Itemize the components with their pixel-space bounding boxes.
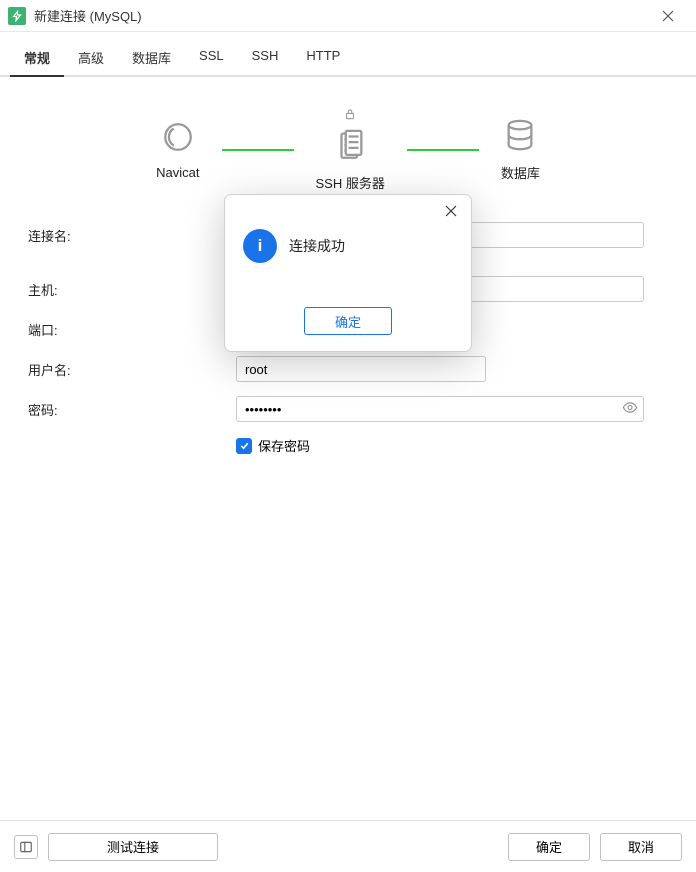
lock-icon (343, 107, 357, 124)
test-connection-button[interactable]: 测试连接 (48, 833, 218, 861)
database-icon (503, 118, 537, 155)
tab-advanced[interactable]: 高级 (64, 40, 118, 75)
diagram-node-db: 数据库 (501, 118, 540, 182)
panel-toggle-button[interactable] (14, 835, 38, 859)
diagram-node-ssh: SSH 服务器 (316, 107, 385, 192)
success-dialog: i 连接成功 确定 (224, 194, 472, 352)
dialog-ok-button[interactable]: 确定 (304, 307, 392, 335)
diagram-label-ssh: SSH 服务器 (316, 173, 385, 192)
conn-name-label: 连接名: (28, 226, 236, 245)
tab-database[interactable]: 数据库 (118, 40, 185, 75)
diagram-label-navicat: Navicat (156, 165, 199, 180)
port-label: 端口: (28, 320, 236, 339)
tab-general[interactable]: 常规 (10, 40, 64, 75)
title-bar: 新建连接 (MySQL) (0, 0, 696, 32)
host-label: 主机: (28, 280, 236, 299)
save-password-checkbox[interactable] (236, 438, 252, 454)
navicat-icon (161, 120, 195, 157)
save-password-label: 保存密码 (258, 436, 310, 455)
password-input[interactable] (236, 396, 644, 422)
tabs: 常规 高级 数据库 SSL SSH HTTP (0, 32, 696, 77)
window-title: 新建连接 (MySQL) (34, 6, 648, 25)
diagram-connector (222, 149, 294, 151)
window-close-button[interactable] (648, 2, 688, 30)
diagram-node-navicat: Navicat (156, 120, 199, 180)
tab-http[interactable]: HTTP (292, 40, 354, 75)
app-icon (8, 7, 26, 25)
cancel-button[interactable]: 取消 (600, 833, 682, 861)
dialog-close-button[interactable] (437, 199, 465, 223)
user-label: 用户名: (28, 360, 236, 379)
server-icon (333, 128, 367, 165)
ok-button[interactable]: 确定 (508, 833, 590, 861)
diagram-label-db: 数据库 (501, 163, 540, 182)
connection-diagram: Navicat SSH 服务器 数据库 (0, 77, 696, 210)
password-label: 密码: (28, 400, 236, 419)
tab-ssl[interactable]: SSL (185, 40, 238, 75)
diagram-connector (407, 149, 479, 151)
username-input[interactable] (236, 356, 486, 382)
info-icon: i (243, 229, 277, 263)
eye-icon[interactable] (622, 400, 638, 419)
footer: 测试连接 确定 取消 (0, 820, 696, 872)
tab-ssh[interactable]: SSH (238, 40, 293, 75)
dialog-message: 连接成功 (289, 236, 345, 256)
